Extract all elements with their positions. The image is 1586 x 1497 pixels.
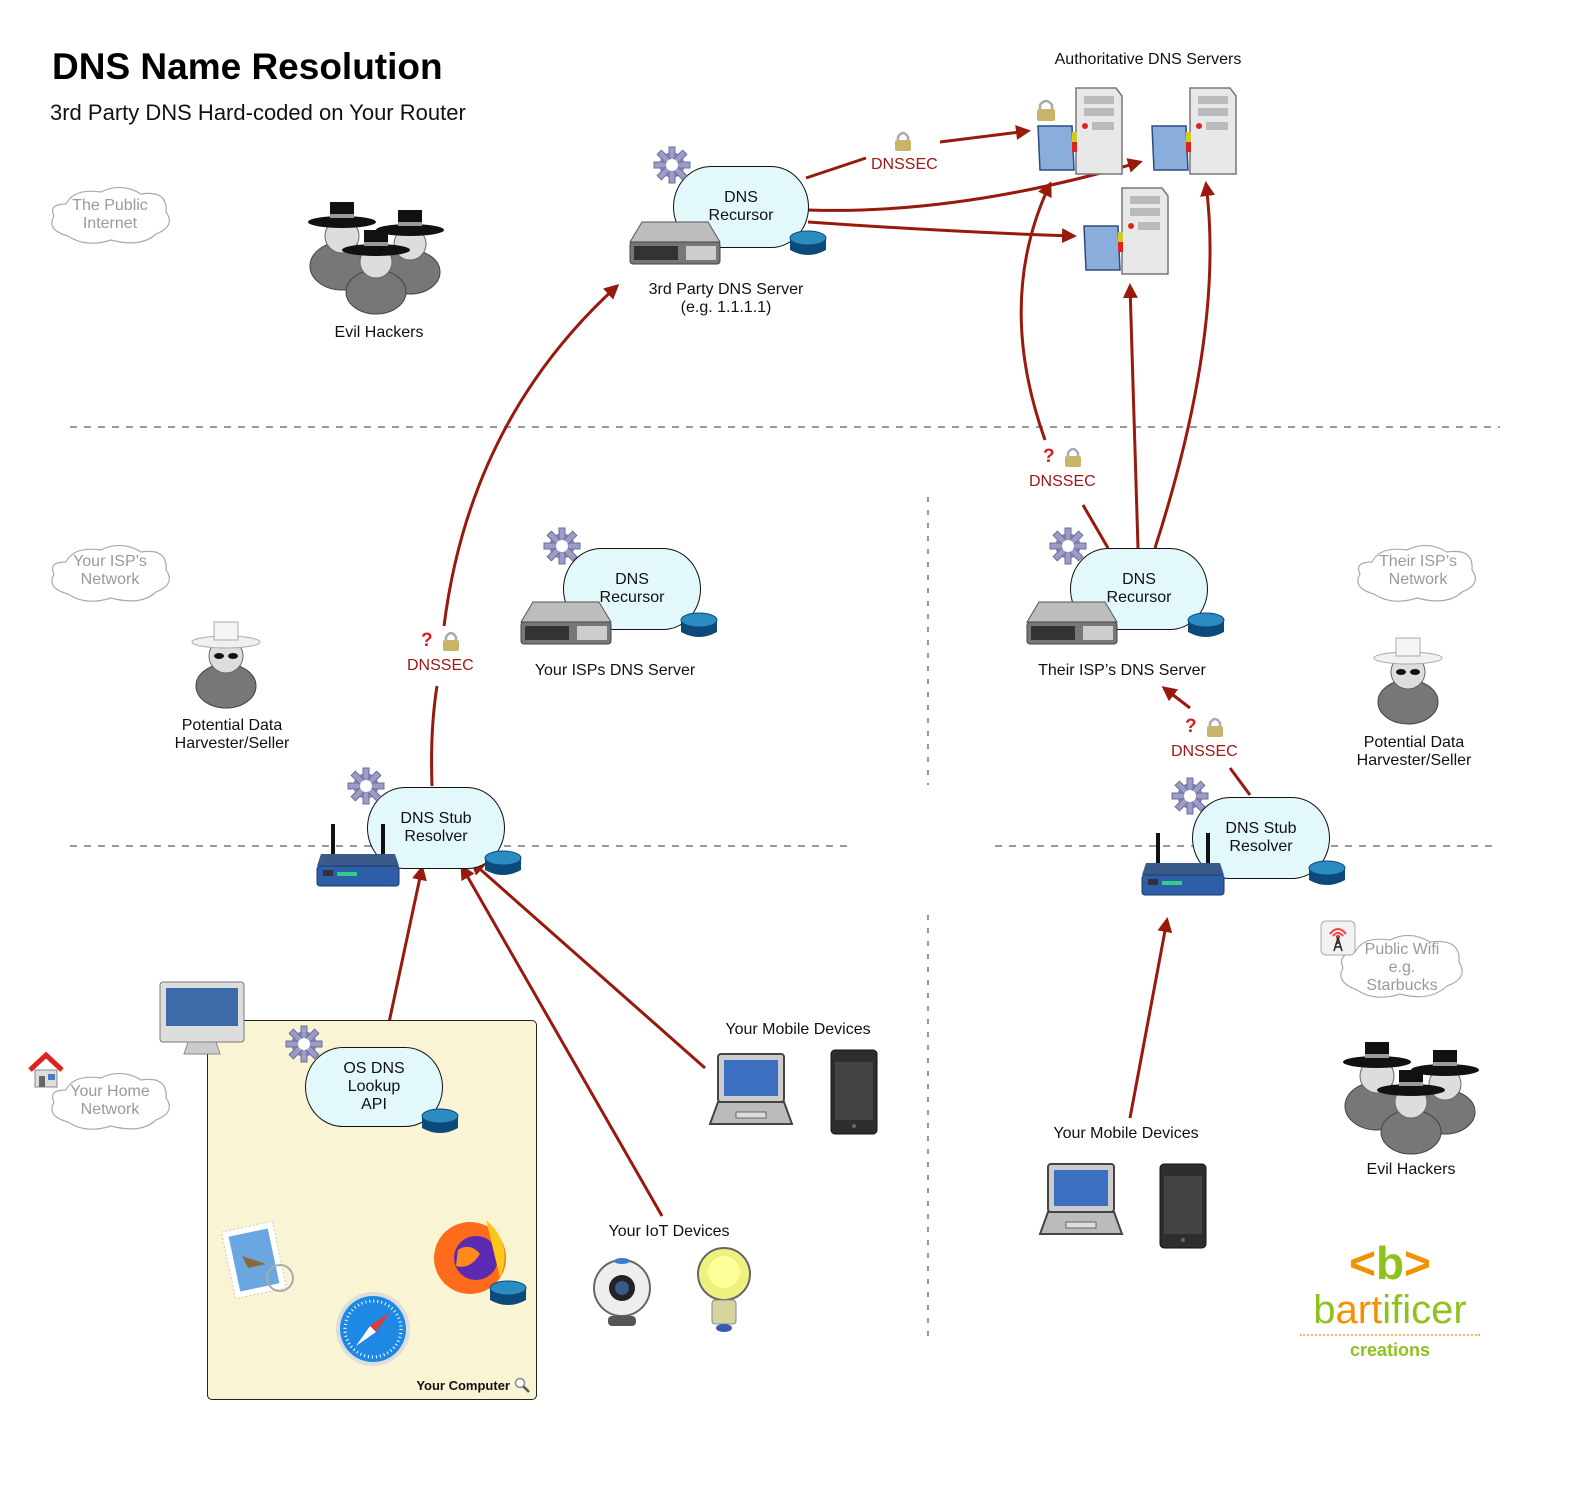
harvester-right-label: Potential Data Harvester/Seller: [1356, 734, 1472, 769]
server-appliance-icon: [1026, 601, 1118, 645]
cache-database-icon: [789, 230, 827, 255]
zone-their-isp: Their ISP’s Network: [1379, 553, 1457, 588]
arrow-recursor-to-auth1: [805, 156, 867, 180]
logo-word-part: b: [1313, 1288, 1336, 1332]
logo-mark: <b>: [1300, 1238, 1480, 1288]
dnssec-label-recursor-auth: DNSSEC: [871, 156, 938, 173]
cache-database-icon: [680, 612, 718, 637]
your-computer-label: Your Computer: [416, 1378, 510, 1393]
home-mobile-devices-label: Your Mobile Devices: [725, 1021, 871, 1038]
logo-word-part: art: [1335, 1288, 1383, 1332]
cache-database-icon: [1308, 860, 1346, 885]
logo-word-part: ificer: [1382, 1288, 1467, 1332]
cache-database-icon: [421, 1108, 459, 1133]
imac-icon: [159, 981, 245, 1055]
evil-hackers-top-label: Evil Hackers: [334, 324, 424, 341]
arrow-wifi-mobile-to-stub: [1128, 917, 1173, 1119]
cache-database-icon: [489, 1280, 527, 1305]
wifi-mobile-devices-label: Your Mobile Devices: [1053, 1125, 1199, 1142]
zone-public-wifi: Public Wifi e.g. Starbucks: [1364, 941, 1440, 994]
dnssec-label-stub-thirdparty: DNSSEC: [407, 657, 474, 674]
authoritative-servers-label: Authoritative DNS Servers: [1054, 51, 1242, 68]
server-appliance-icon: [520, 601, 612, 645]
auth-server-icon-2: [1151, 87, 1237, 175]
logo-bracket-close: >: [1404, 1237, 1431, 1289]
laptop-icon: [708, 1053, 794, 1125]
logo-b: b: [1375, 1237, 1405, 1289]
unknown-marker: ?: [421, 630, 433, 651]
bartificer-logo: <b> bartificer creations: [1300, 1238, 1480, 1361]
arrow-their-isp-to-auth1-b: [1019, 181, 1052, 441]
cache-database-icon: [1187, 612, 1225, 637]
lightbulb-icon: [697, 1247, 751, 1332]
gear-icon: [1049, 527, 1087, 565]
iot-devices-label: Your IoT Devices: [608, 1223, 730, 1240]
lock-icon: [895, 131, 911, 151]
gear-icon: [653, 146, 691, 184]
logo-wordmark: bartificer: [1300, 1288, 1480, 1336]
smartphone-icon: [830, 1049, 878, 1135]
page-subtitle: 3rd Party DNS Hard-coded on Your Router: [50, 100, 466, 125]
arrow-wifi-stub-to-their-isp-b: [1161, 686, 1191, 710]
house-icon: [28, 1051, 64, 1088]
third-party-dns-server-label: 3rd Party DNS Server (e.g. 1.1.1.1): [648, 281, 804, 316]
wifi-router-icon: [1141, 833, 1225, 896]
dnssec-label-their-isp-auth: DNSSEC: [1029, 473, 1096, 490]
zone-public-internet: The Public Internet: [72, 197, 148, 232]
data-harvester-icon: [1373, 637, 1443, 725]
laptop-icon: [1038, 1163, 1124, 1235]
unknown-marker: ?: [1185, 716, 1197, 737]
magnifier-icon: [514, 1377, 530, 1393]
logo-tagline: creations: [1349, 1340, 1431, 1360]
their-isp-dns-server-label: Their ISP’s DNS Server: [1038, 662, 1206, 679]
zone-your-isp: Your ISP’s Network: [73, 553, 147, 588]
unknown-marker: ?: [1043, 446, 1055, 467]
evil-hackers-bottom-label: Evil Hackers: [1366, 1161, 1456, 1178]
smartphone-icon: [1159, 1163, 1207, 1249]
logo-bracket-open: <: [1349, 1237, 1376, 1289]
arrow-wifi-stub-to-their-isp-a: [1228, 767, 1252, 796]
wifi-router-icon: [316, 824, 400, 887]
evil-hackers-icon: [1343, 1042, 1479, 1155]
data-harvester-icon: [191, 621, 261, 709]
page-title: DNS Name Resolution: [52, 46, 443, 87]
harvester-left-label: Potential Data Harvester/Seller: [174, 717, 290, 752]
lock-icon: [443, 631, 459, 651]
safari-app-icon: [336, 1292, 410, 1366]
gear-icon: [1171, 777, 1209, 815]
dns-diagram: DNS Name Resolution 3rd Party DNS Hard-c…: [0, 0, 1586, 1497]
wifi-tower-icon: [1320, 920, 1356, 956]
lock-icon: [1037, 99, 1055, 121]
arrow-recursor-to-auth1-b: [939, 125, 1031, 144]
lock-icon: [1065, 447, 1081, 467]
zone-home: Your Home Network: [70, 1083, 150, 1118]
auth-server-icon-3: [1083, 187, 1169, 275]
arrow-their-isp-to-auth3: [1122, 283, 1140, 549]
cache-database-icon: [484, 850, 522, 875]
arrow-stub-to-thirdparty-a: [430, 685, 439, 787]
dnssec-label-wifi-stub: DNSSEC: [1171, 743, 1238, 760]
gear-icon: [285, 1025, 323, 1063]
webcam-icon: [593, 1258, 651, 1326]
gear-icon: [347, 767, 385, 805]
your-isp-dns-server-label: Your ISPs DNS Server: [534, 662, 696, 679]
server-appliance-icon: [629, 221, 721, 265]
mail-app-icon: [220, 1220, 294, 1300]
gear-icon: [543, 527, 581, 565]
evil-hackers-icon: [308, 202, 444, 315]
lock-icon: [1207, 717, 1223, 737]
